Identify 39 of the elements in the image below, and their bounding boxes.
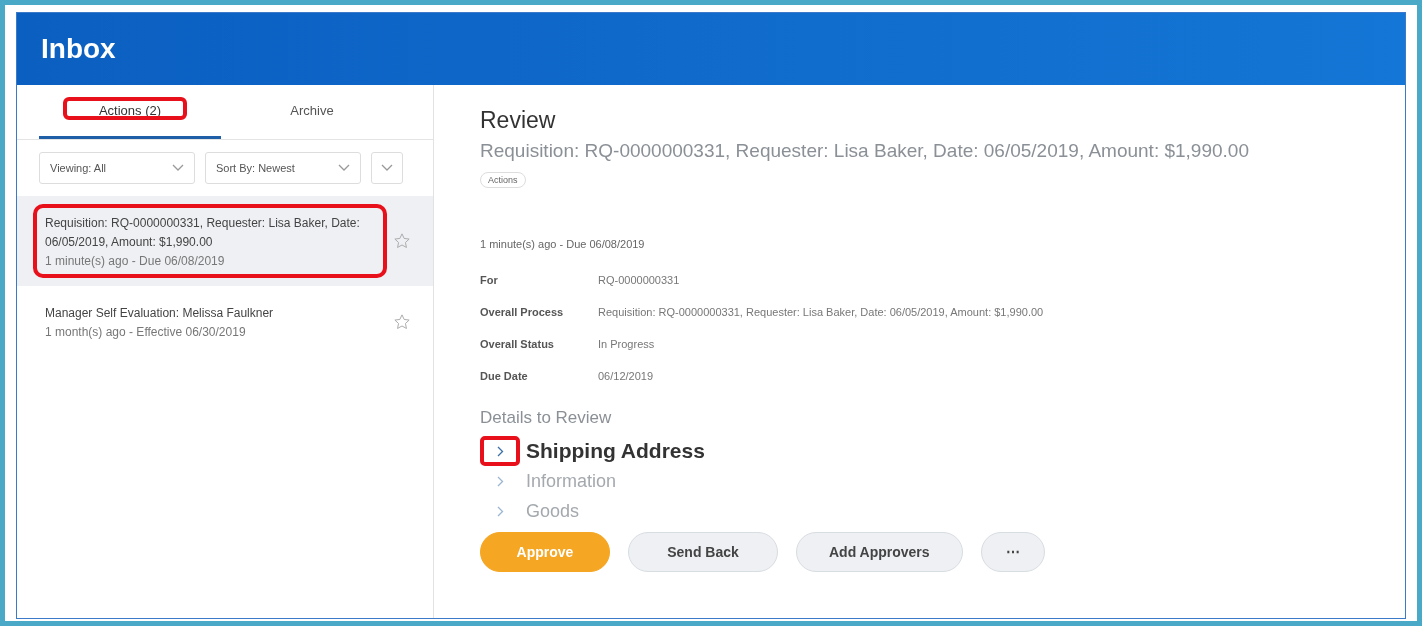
page-title: Inbox [41, 33, 116, 65]
chevron-right-icon [496, 445, 504, 457]
section-heading: Details to Review [480, 408, 613, 428]
chevron-down-icon [172, 164, 184, 172]
filter-dropdown[interactable]: Sort By: Newest [205, 152, 361, 184]
chevron-right-icon [496, 505, 504, 517]
section-title: Goods [526, 500, 580, 522]
star-icon[interactable] [393, 232, 411, 250]
chevron-down-icon [338, 164, 350, 172]
field-value: RQ-0000000331 [598, 274, 681, 286]
field-label: Due Date [480, 370, 529, 382]
section-title: Shipping Address [526, 439, 705, 463]
field-value: 06/12/2019 [598, 370, 655, 382]
field-label: For [480, 274, 499, 286]
filter-dropdown[interactable]: Viewing: All [39, 152, 195, 184]
item-title: Manager Self Evaluation: Melissa Faulkner [45, 305, 275, 322]
review-meta: 1 minute(s) ago - Due 06/08/2019 [480, 238, 646, 250]
field-value: In Progress [598, 338, 656, 350]
action-button[interactable]: Add Approvers [796, 532, 963, 572]
field-label: Overall Status [480, 338, 555, 350]
chevron-down-icon [381, 164, 393, 172]
inbox-item[interactable]: Requisition: RQ-0000000331, Requester: Lisa Baker, Date: 06/05/2019, Amount: $1,990.00 1 minute(s) ago - Due 06/08/2019 [17, 196, 433, 286]
inbox-item[interactable]: Manager Self Evaluation: Melissa Faulkner 1 month(s) ago - Effective 06/30/2019 [17, 286, 433, 357]
more-button[interactable]: ⋯ [980, 532, 1045, 572]
chevron-right-icon [496, 475, 504, 487]
item-meta: 1 month(s) ago - Effective 06/30/2019 [45, 325, 247, 339]
review-subtitle: Requisition: RQ-0000000331, Requester: Lisa Baker, Date: 06/05/2019, Amount: $1,990.00 [480, 140, 1250, 162]
expand-dropdown[interactable] [371, 152, 403, 184]
field-label: Overall Process [480, 306, 565, 318]
review-title: Review [480, 107, 557, 134]
actions-button[interactable]: Actions [480, 172, 526, 188]
expand-toggle[interactable] [480, 436, 520, 466]
star-icon[interactable] [393, 312, 411, 331]
tab[interactable]: Archive [221, 85, 403, 139]
item-title: Requisition: RQ-0000000331, Requester: Lisa Baker, Date: 06/05/2019, Amount: $1,990.00 [45, 215, 361, 251]
field-value: Requisition: RQ-0000000331, Requester: Lisa Baker, Date: 06/05/2019, Amount: $1,990.00 [598, 306, 1045, 318]
section-title: Information [526, 470, 617, 492]
action-button[interactable]: Send Back [628, 532, 778, 572]
item-meta: 1 minute(s) ago - Due 06/08/2019 [45, 254, 226, 268]
